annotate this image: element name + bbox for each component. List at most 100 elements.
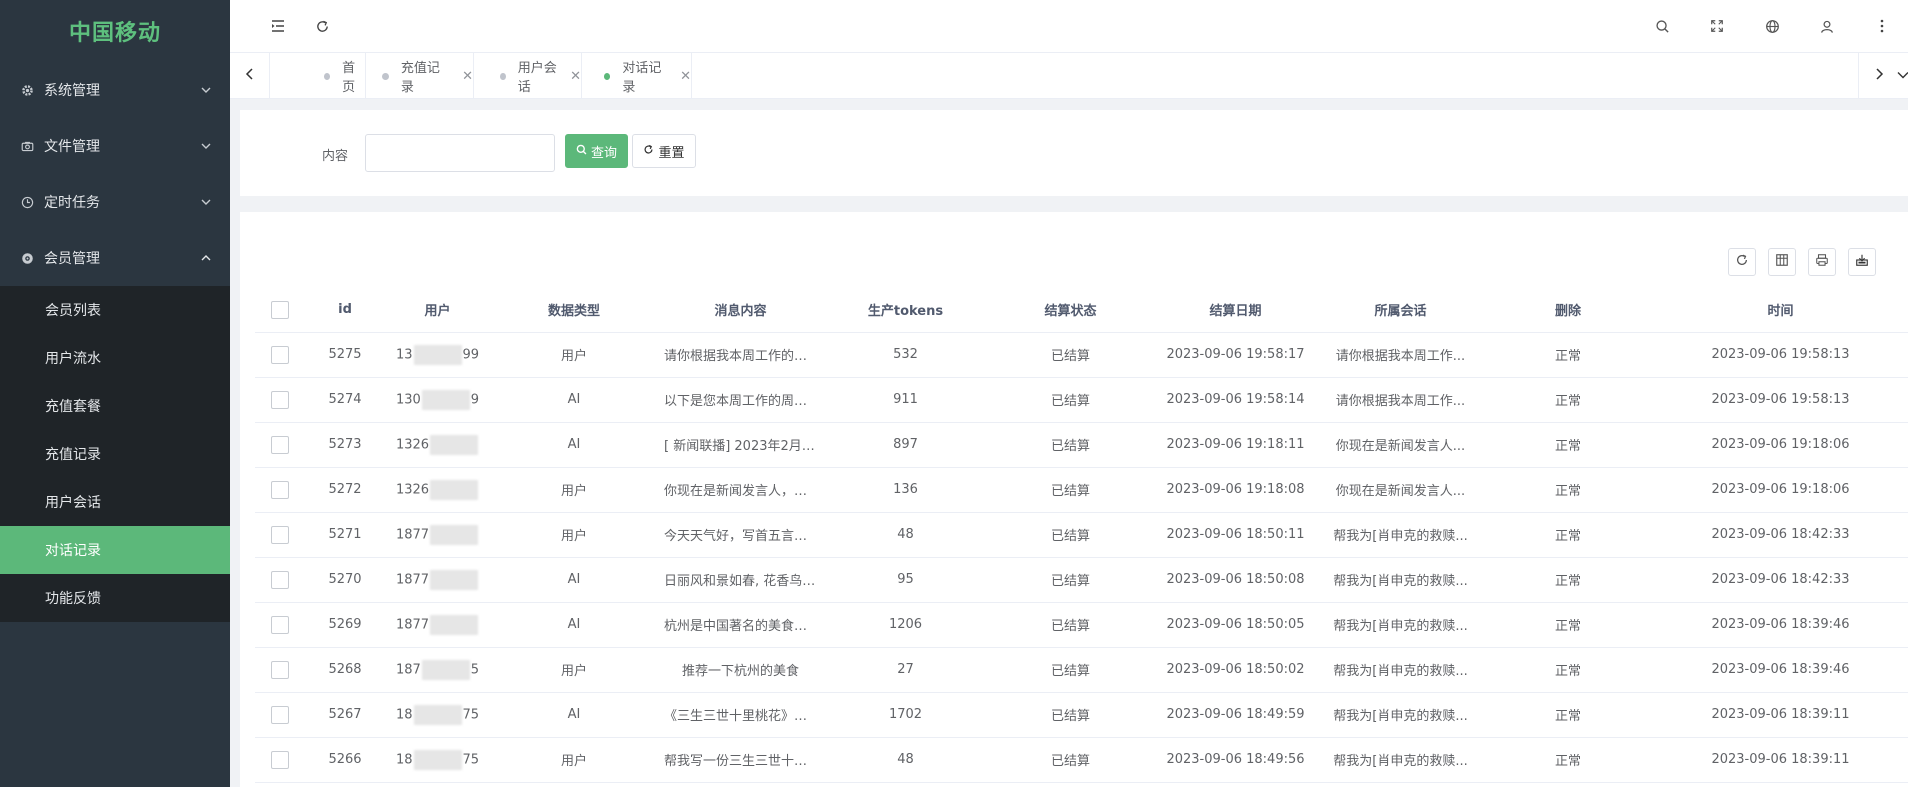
tabs-scroll-right[interactable] bbox=[1858, 53, 1898, 99]
row-checkbox[interactable] bbox=[271, 615, 289, 634]
table-row[interactable]: 5274 130 9 AI 以下是您本周工作的周报: ... 911 已结算 2023-09-… bbox=[255, 377, 1908, 423]
row-checkbox[interactable] bbox=[271, 345, 289, 364]
column-header[interactable]: 所属会话 bbox=[1318, 288, 1483, 333]
user-suffix: 9 bbox=[470, 392, 480, 407]
table-columns-button[interactable] bbox=[1768, 248, 1796, 276]
user-cell: 13 99 bbox=[385, 332, 490, 378]
table-row[interactable]: 5275 13 99 用户 请你根据我本周工作的关键... 532 已结算 2023-09-0… bbox=[255, 332, 1908, 378]
chevron-left-icon bbox=[245, 67, 255, 85]
menu-fold-icon[interactable] bbox=[268, 16, 288, 36]
tabs-bar: 首页 充值记录 ✕ 用户会话 ✕ 对话记录 ✕ bbox=[230, 52, 1908, 99]
table-row[interactable]: 5267 18 75 AI 《三生三世十里桃花》是一... 1702 已结算 2023-09-… bbox=[255, 692, 1908, 738]
column-header[interactable]: 用户 bbox=[385, 288, 490, 333]
tabs-scroll-left[interactable] bbox=[230, 53, 270, 99]
row-checkbox[interactable] bbox=[271, 435, 289, 454]
table-export-button[interactable] bbox=[1848, 248, 1876, 276]
tokens-cell: 27 bbox=[823, 647, 988, 693]
row-select-cell[interactable] bbox=[255, 692, 305, 738]
table-row[interactable]: 5269 1877 AI 杭州是中国著名的美食城市... 1206 已结算 2023-09-… bbox=[255, 602, 1908, 648]
row-checkbox[interactable] bbox=[271, 660, 289, 679]
tab-chat-records[interactable]: 对话记录 ✕ bbox=[582, 53, 692, 99]
reset-button[interactable]: 重置 bbox=[632, 134, 696, 168]
tab-user-sessions[interactable]: 用户会话 ✕ bbox=[474, 53, 582, 99]
row-select-cell[interactable] bbox=[255, 557, 305, 603]
menu-members[interactable]: 会员管理 bbox=[0, 230, 230, 286]
sidebar-item-member-list[interactable]: 会员列表 bbox=[0, 286, 230, 334]
refresh-icon[interactable] bbox=[312, 16, 332, 36]
row-checkbox[interactable] bbox=[271, 570, 289, 589]
row-checkbox[interactable] bbox=[271, 750, 289, 769]
sidebar-item-chat-records[interactable]: 对话记录 bbox=[0, 526, 230, 574]
id-cell: 5272 bbox=[305, 467, 385, 513]
tab-home[interactable]: 首页 bbox=[270, 53, 366, 99]
sidebar-item-recharge-plans[interactable]: 充值套餐 bbox=[0, 382, 230, 430]
fullscreen-icon[interactable] bbox=[1707, 16, 1727, 36]
row-checkbox[interactable] bbox=[271, 705, 289, 724]
row-select-cell[interactable] bbox=[255, 602, 305, 648]
deleted-cell: 正常 bbox=[1483, 377, 1653, 423]
row-select-cell[interactable] bbox=[255, 737, 305, 783]
sidebar-item-recharge-records[interactable]: 充值记录 bbox=[0, 430, 230, 478]
row-select-cell[interactable] bbox=[255, 647, 305, 693]
select-all-checkbox[interactable] bbox=[271, 300, 289, 319]
globe-icon[interactable] bbox=[1762, 16, 1782, 36]
sidebar-item-feedback[interactable]: 功能反馈 bbox=[0, 574, 230, 622]
column-header[interactable]: id bbox=[305, 288, 385, 333]
session-cell: 请你根据我本周工作... bbox=[1318, 377, 1483, 423]
row-select-cell[interactable] bbox=[255, 377, 305, 423]
sidebar-item-user-sessions[interactable]: 用户会话 bbox=[0, 478, 230, 526]
tab-recharge-records[interactable]: 充值记录 ✕ bbox=[366, 53, 474, 99]
table-print-button[interactable] bbox=[1808, 248, 1836, 276]
select-all-cell[interactable] bbox=[255, 288, 305, 333]
user-prefix: 1877 bbox=[395, 572, 430, 587]
row-checkbox[interactable] bbox=[271, 390, 289, 409]
content-cell: 杭州是中国著名的美食城市... bbox=[658, 602, 823, 648]
row-select-cell[interactable] bbox=[255, 332, 305, 378]
row-checkbox[interactable] bbox=[271, 525, 289, 544]
column-header[interactable]: 生产tokens bbox=[823, 288, 988, 333]
content-search-input[interactable] bbox=[365, 134, 555, 172]
more-vertical-icon[interactable] bbox=[1872, 16, 1892, 36]
user-cell: 1875 bbox=[385, 737, 490, 783]
time-cell: 2023-09-06 18:39:11 bbox=[1653, 692, 1908, 738]
column-header[interactable]: 删除 bbox=[1483, 288, 1653, 333]
table-refresh-button[interactable] bbox=[1728, 248, 1756, 276]
status-cell: 已结算 bbox=[988, 647, 1153, 693]
deleted-cell: 正常 bbox=[1483, 422, 1653, 468]
table-row[interactable]: 5266 18 75 用户 帮我写一份三生三世十里桃... 48 已结算 2023-09-06… bbox=[255, 737, 1908, 783]
table-row[interactable]: 5271 1877 用户 今天天气好，写首五言绝句... 48 已结算 2023-09-06… bbox=[255, 512, 1908, 558]
camera-icon bbox=[20, 139, 34, 153]
eye-icon bbox=[20, 251, 34, 265]
column-header[interactable]: 数据类型 bbox=[490, 288, 658, 333]
close-icon[interactable]: ✕ bbox=[680, 69, 691, 84]
search-icon[interactable] bbox=[1652, 16, 1672, 36]
row-select-cell[interactable] bbox=[255, 512, 305, 558]
table-row[interactable]: 5270 1877 AI 日丽风和景如春, 花香鸟语... 95 已结算 2023-09-0… bbox=[255, 557, 1908, 603]
column-header[interactable]: 结算状态 bbox=[988, 288, 1153, 333]
type-cell: AI bbox=[490, 692, 658, 738]
close-icon[interactable]: ✕ bbox=[462, 69, 473, 84]
row-select-cell[interactable] bbox=[255, 422, 305, 468]
id-cell: 5266 bbox=[305, 737, 385, 783]
column-header[interactable]: 结算日期 bbox=[1153, 288, 1318, 333]
table-row[interactable]: 5272 1326 用户 你现在是新闻发言人，帮我... 136 已结算 2023-09-0… bbox=[255, 467, 1908, 513]
row-checkbox[interactable] bbox=[271, 480, 289, 499]
table-row[interactable]: 52731326AI[ 新闻联播] 2023年2月19日...897已结算202… bbox=[255, 422, 1908, 468]
user-icon[interactable] bbox=[1817, 16, 1837, 36]
tabs-more-dropdown[interactable] bbox=[1897, 53, 1908, 99]
redacted-mask bbox=[413, 344, 462, 365]
column-header[interactable]: 消息内容 bbox=[658, 288, 823, 333]
type-cell: 用户 bbox=[490, 737, 658, 783]
column-header[interactable]: 时间 bbox=[1653, 288, 1908, 333]
close-icon[interactable]: ✕ bbox=[570, 69, 581, 84]
menu-scheduler[interactable]: 定时任务 bbox=[0, 174, 230, 230]
row-select-cell[interactable] bbox=[255, 467, 305, 513]
menu-files[interactable]: 文件管理 bbox=[0, 118, 230, 174]
sidebar-item-user-flow[interactable]: 用户流水 bbox=[0, 334, 230, 382]
table-row[interactable]: 5268 187 5 用户 推荐一下杭州的美食 27 已结算 2023-09-06 18:50… bbox=[255, 647, 1908, 693]
menu-system[interactable]: 系统管理 bbox=[0, 62, 230, 118]
chevron-down-icon bbox=[200, 140, 212, 156]
query-button[interactable]: 查询 bbox=[565, 134, 628, 168]
user-cell: 130 9 bbox=[385, 377, 490, 423]
deleted-cell: 正常 bbox=[1483, 467, 1653, 513]
